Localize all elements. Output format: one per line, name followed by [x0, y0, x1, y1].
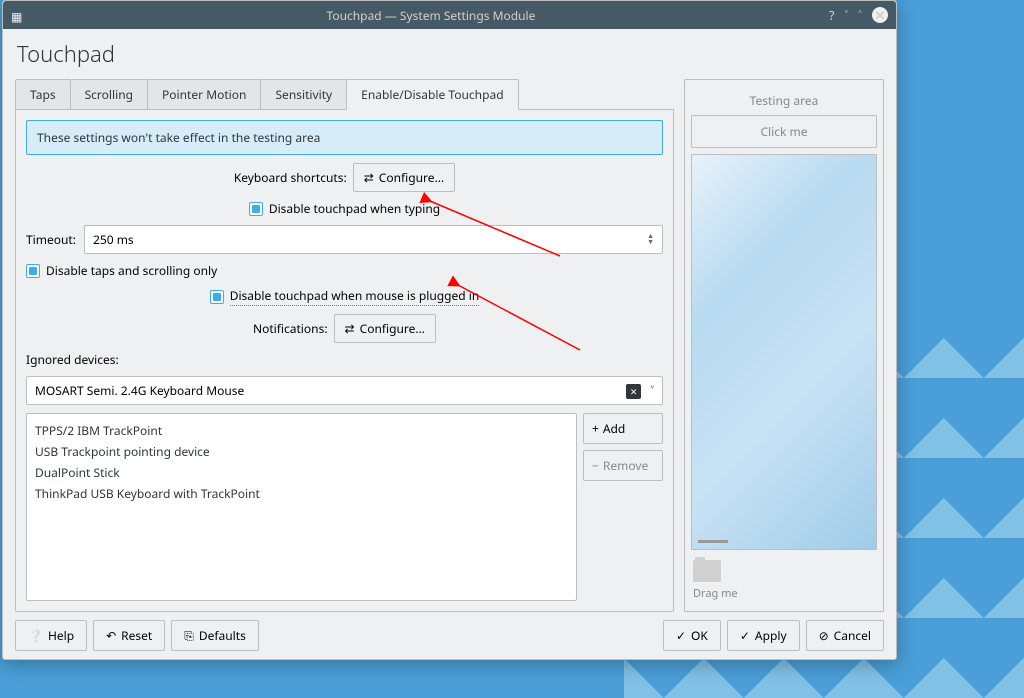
testing-surface[interactable]: [691, 154, 877, 550]
disable-mouse-label: Disable touchpad when mouse is plugged i…: [230, 287, 480, 306]
configure-icon: ⇄: [364, 169, 374, 186]
minimize-icon[interactable]: ˅: [845, 6, 849, 24]
minus-icon: −: [592, 457, 599, 474]
undo-icon: ↶: [106, 627, 116, 644]
disable-mouse-checkbox[interactable]: [210, 290, 224, 304]
configure-shortcuts-button[interactable]: ⇄ Configure...: [353, 163, 455, 192]
cancel-icon: ⊘: [819, 627, 829, 644]
clear-icon[interactable]: ✕: [626, 384, 642, 399]
disable-taps-scroll-label: Disable taps and scrolling only: [46, 262, 217, 279]
configure-icon: ⇄: [345, 320, 355, 337]
plus-icon: +: [592, 420, 599, 437]
check-icon: ✓: [676, 627, 686, 644]
tab-scrolling[interactable]: Scrolling: [70, 79, 148, 109]
bottom-bar: ❔Help ↶Reset ⎘Defaults ✓OK ✓Apply ⊘Cance…: [15, 612, 884, 651]
settings-window: ▦ Touchpad — System Settings Module ? ˅ …: [2, 0, 897, 660]
info-banner: These settings won't take effect in the …: [26, 120, 663, 155]
window-title: Touchpad — System Settings Module: [33, 7, 829, 24]
list-item[interactable]: ThinkPad USB Keyboard with TrackPoint: [35, 483, 568, 504]
tab-content: These settings won't take effect in the …: [15, 110, 674, 612]
timeout-label: Timeout:: [26, 231, 76, 248]
testing-area: Testing area Click me Drag me: [684, 79, 884, 612]
ok-button[interactable]: ✓OK: [663, 620, 721, 651]
configure-notifications-button[interactable]: ⇄ Configure...: [334, 314, 436, 343]
add-button[interactable]: + Add: [583, 413, 663, 444]
apply-button[interactable]: ✓Apply: [727, 620, 800, 651]
disable-typing-label: Disable touchpad when typing: [269, 200, 440, 217]
maximize-icon[interactable]: ˄: [858, 6, 862, 24]
notifications-label: Notifications:: [253, 320, 328, 337]
page-title: Touchpad: [15, 33, 884, 79]
folder-icon: [693, 560, 721, 582]
tabs: Taps Scrolling Pointer Motion Sensitivit…: [15, 79, 674, 110]
reset-button[interactable]: ↶Reset: [93, 620, 165, 651]
close-icon[interactable]: ✕: [872, 7, 888, 23]
check-icon: ✓: [740, 627, 750, 644]
help-button[interactable]: ❔Help: [15, 620, 87, 651]
drag-me-item[interactable]: Drag me: [691, 556, 877, 605]
testing-area-label: Testing area: [691, 86, 877, 115]
spinbox-arrows-icon[interactable]: ▲▼: [647, 234, 654, 246]
click-me-button[interactable]: Click me: [691, 115, 877, 148]
ignored-devices-combo[interactable]: MOSART Semi. 2.4G Keyboard Mouse ✕ ˅: [26, 376, 663, 405]
list-item[interactable]: USB Trackpoint pointing device: [35, 441, 568, 462]
app-icon: ▦: [11, 8, 25, 22]
ignored-devices-label: Ignored devices:: [26, 351, 663, 368]
disable-taps-scroll-checkbox[interactable]: [26, 264, 40, 278]
tab-enable-disable[interactable]: Enable/Disable Touchpad: [346, 79, 518, 110]
tab-pointer-motion[interactable]: Pointer Motion: [147, 79, 261, 109]
defaults-button[interactable]: ⎘Defaults: [171, 620, 259, 651]
defaults-icon: ⎘: [184, 627, 194, 644]
tab-sensitivity[interactable]: Sensitivity: [260, 79, 347, 109]
tab-taps[interactable]: Taps: [15, 79, 71, 109]
titlebar[interactable]: ▦ Touchpad — System Settings Module ? ˅ …: [3, 1, 896, 29]
list-item[interactable]: DualPoint Stick: [35, 462, 568, 483]
keyboard-shortcuts-label: Keyboard shortcuts:: [234, 169, 347, 186]
help-icon[interactable]: ?: [829, 6, 835, 24]
disable-typing-checkbox[interactable]: [249, 202, 263, 216]
help-icon: ❔: [28, 627, 43, 644]
chevron-down-icon[interactable]: ˅: [651, 382, 654, 399]
list-item[interactable]: TPPS/2 IBM TrackPoint: [35, 420, 568, 441]
remove-button[interactable]: − Remove: [583, 450, 663, 481]
timeout-spinbox[interactable]: 250 ms ▲▼: [84, 225, 663, 254]
cancel-button[interactable]: ⊘Cancel: [806, 620, 884, 651]
device-list[interactable]: TPPS/2 IBM TrackPoint USB Trackpoint poi…: [26, 413, 577, 601]
